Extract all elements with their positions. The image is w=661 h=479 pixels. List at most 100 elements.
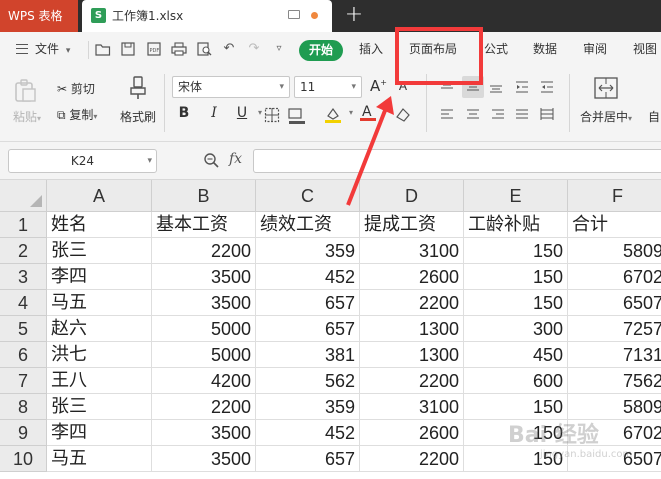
- cell-b2[interactable]: 2200: [152, 238, 256, 264]
- tab-formulas[interactable]: 公式: [484, 32, 508, 68]
- cell-a8[interactable]: 张三: [47, 394, 152, 420]
- tab-insert[interactable]: 插入: [359, 32, 383, 68]
- cell-d8[interactable]: 3100: [360, 394, 464, 420]
- cell-c6[interactable]: 381: [256, 342, 360, 368]
- cell-d9[interactable]: 2600: [360, 420, 464, 446]
- print-icon[interactable]: [171, 42, 187, 56]
- app-tab[interactable]: WPS 表格: [0, 0, 78, 32]
- new-tab-plus-icon[interactable]: +: [343, 2, 365, 28]
- cell-f3[interactable]: 6702: [568, 264, 661, 290]
- cell-b3[interactable]: 3500: [152, 264, 256, 290]
- open-folder-icon[interactable]: [95, 42, 111, 56]
- select-all-corner[interactable]: [0, 180, 47, 212]
- cell-d4[interactable]: 2200: [360, 290, 464, 316]
- cell-f1[interactable]: 合计: [568, 212, 661, 238]
- cell-b8[interactable]: 2200: [152, 394, 256, 420]
- cell-a9[interactable]: 李四: [47, 420, 152, 446]
- cell-f4[interactable]: 6507: [568, 290, 661, 316]
- cell-d1[interactable]: 提成工资: [360, 212, 464, 238]
- column-header-d[interactable]: D: [360, 180, 464, 212]
- cell-e4[interactable]: 150: [464, 290, 568, 316]
- tab-data[interactable]: 数据: [533, 32, 557, 68]
- fx-icon[interactable]: fx: [229, 151, 242, 167]
- cell-e5[interactable]: 300: [464, 316, 568, 342]
- column-header-c[interactable]: C: [256, 180, 360, 212]
- column-header-a[interactable]: A: [47, 180, 152, 212]
- cell-c7[interactable]: 562: [256, 368, 360, 394]
- cell-b9[interactable]: 3500: [152, 420, 256, 446]
- justify-icon[interactable]: [515, 108, 529, 125]
- cell-a7[interactable]: 王八: [47, 368, 152, 394]
- name-box[interactable]: K24 ▾: [8, 149, 157, 173]
- row-header-1[interactable]: 1: [0, 212, 47, 238]
- cell-c5[interactable]: 657: [256, 316, 360, 342]
- cell-b7[interactable]: 4200: [152, 368, 256, 394]
- cell-a2[interactable]: 张三: [47, 238, 152, 264]
- italic-button[interactable]: I: [206, 105, 222, 121]
- format-painter-button[interactable]: 格式刷: [120, 108, 156, 125]
- cell-e6[interactable]: 450: [464, 342, 568, 368]
- print-preview-icon[interactable]: [196, 42, 212, 56]
- column-header-e[interactable]: E: [464, 180, 568, 212]
- border-icon[interactable]: [264, 107, 280, 126]
- cell-e7[interactable]: 600: [464, 368, 568, 394]
- row-header-10[interactable]: 10: [0, 446, 47, 472]
- tab-review[interactable]: 审阅: [583, 32, 607, 68]
- cell-a5[interactable]: 赵六: [47, 316, 152, 342]
- cell-a4[interactable]: 马五: [47, 290, 152, 316]
- row-header-7[interactable]: 7: [0, 368, 47, 394]
- monitor-icon[interactable]: [288, 10, 300, 19]
- font-color-icon[interactable]: A: [359, 103, 377, 126]
- align-bottom-icon[interactable]: [489, 80, 503, 97]
- highlight-color-icon[interactable]: [324, 106, 342, 127]
- cell-d6[interactable]: 1300: [360, 342, 464, 368]
- cell-f2[interactable]: 5809: [568, 238, 661, 264]
- cell-b10[interactable]: 3500: [152, 446, 256, 472]
- save-icon[interactable]: [120, 42, 136, 56]
- align-center-icon[interactable]: [466, 108, 480, 125]
- align-right-icon[interactable]: [491, 108, 505, 125]
- column-header-f[interactable]: F: [568, 180, 661, 212]
- cell-a1[interactable]: 姓名: [47, 212, 152, 238]
- cell-d7[interactable]: 2200: [360, 368, 464, 394]
- row-header-5[interactable]: 5: [0, 316, 47, 342]
- file-menu[interactable]: 文件 ▾: [35, 32, 70, 68]
- zoom-formula-icon[interactable]: [203, 152, 219, 172]
- tab-view[interactable]: 视图: [633, 32, 657, 68]
- cell-b1[interactable]: 基本工资: [152, 212, 256, 238]
- cell-e1[interactable]: 工龄补贴: [464, 212, 568, 238]
- cell-a6[interactable]: 洪七: [47, 342, 152, 368]
- cell-f5[interactable]: 7257: [568, 316, 661, 342]
- cell-e2[interactable]: 150: [464, 238, 568, 264]
- tab-start[interactable]: 开始: [299, 40, 343, 61]
- row-header-4[interactable]: 4: [0, 290, 47, 316]
- auto-wrap-button[interactable]: 自: [648, 108, 660, 125]
- cell-c3[interactable]: 452: [256, 264, 360, 290]
- export-pdf-icon[interactable]: PDF: [146, 42, 162, 56]
- distributed-align-icon[interactable]: [540, 108, 554, 125]
- fill-color-icon[interactable]: [288, 107, 306, 128]
- undo-icon[interactable]: ↶: [221, 42, 237, 56]
- cell-c9[interactable]: 452: [256, 420, 360, 446]
- row-header-9[interactable]: 9: [0, 420, 47, 446]
- cell-e3[interactable]: 150: [464, 264, 568, 290]
- cell-c4[interactable]: 657: [256, 290, 360, 316]
- hamburger-menu-icon[interactable]: [16, 44, 28, 54]
- cell-a10[interactable]: 马五: [47, 446, 152, 472]
- formula-input[interactable]: [253, 149, 661, 173]
- chevron-down-icon[interactable]: ▾: [343, 108, 359, 117]
- cell-d3[interactable]: 2600: [360, 264, 464, 290]
- merge-center-button[interactable]: 合并居中▾: [580, 108, 632, 125]
- cell-c2[interactable]: 359: [256, 238, 360, 264]
- cut-button[interactable]: ✂ 剪切: [57, 80, 95, 97]
- indent-left-icon[interactable]: [515, 80, 529, 97]
- cell-d5[interactable]: 1300: [360, 316, 464, 342]
- row-header-2[interactable]: 2: [0, 238, 47, 264]
- underline-button[interactable]: U: [234, 105, 250, 121]
- row-header-6[interactable]: 6: [0, 342, 47, 368]
- customize-toolbar-icon[interactable]: ▿: [271, 42, 287, 56]
- cell-b6[interactable]: 5000: [152, 342, 256, 368]
- row-header-8[interactable]: 8: [0, 394, 47, 420]
- cell-f6[interactable]: 7131: [568, 342, 661, 368]
- clear-format-icon[interactable]: [394, 105, 412, 126]
